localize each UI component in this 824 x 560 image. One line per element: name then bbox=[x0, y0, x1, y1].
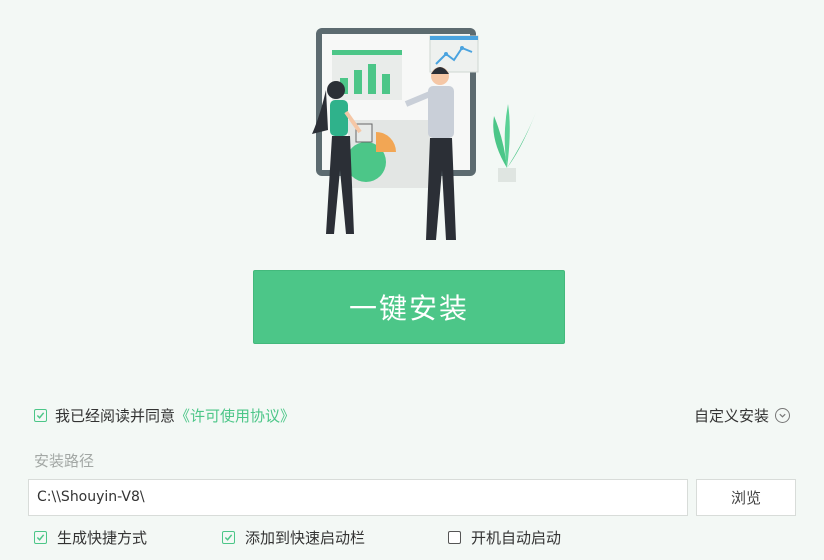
option-label: 开机自动启动 bbox=[471, 529, 562, 547]
option-auto-start[interactable]: 开机自动启动 bbox=[448, 527, 561, 548]
one-click-install-button[interactable]: 一键安装 bbox=[253, 270, 565, 344]
agreement-row: 我已经阅读并同意 《许可使用协议》 bbox=[34, 405, 295, 426]
quick-launch-checkbox[interactable] bbox=[222, 531, 235, 544]
custom-install-label: 自定义安装 bbox=[693, 407, 769, 425]
hero-illustration bbox=[290, 20, 550, 250]
create-shortcut-checkbox[interactable] bbox=[34, 531, 47, 544]
agreement-checkbox[interactable] bbox=[34, 409, 47, 422]
install-path-input[interactable]: C:\\Shouyin-V8\ bbox=[28, 479, 688, 516]
checkmark-icon bbox=[224, 534, 233, 541]
auto-start-checkbox[interactable] bbox=[448, 531, 461, 544]
license-agreement-link[interactable]: 《许可使用协议》 bbox=[175, 405, 295, 426]
custom-install-toggle[interactable]: 自定义安装 bbox=[694, 405, 790, 426]
option-create-shortcut[interactable]: 生成快捷方式 bbox=[34, 527, 147, 548]
option-label: 添加到快速启动栏 bbox=[245, 529, 366, 547]
option-label: 生成快捷方式 bbox=[57, 529, 148, 547]
install-path-label: 安装路径 bbox=[34, 452, 95, 470]
agreement-text: 我已经阅读并同意 bbox=[55, 407, 176, 425]
option-quick-launch[interactable]: 添加到快速启动栏 bbox=[222, 527, 365, 548]
checkmark-icon bbox=[36, 534, 45, 541]
browse-button[interactable]: 浏览 bbox=[696, 479, 796, 516]
checkmark-icon bbox=[36, 412, 45, 419]
chevron-down-circle-icon bbox=[775, 408, 790, 423]
